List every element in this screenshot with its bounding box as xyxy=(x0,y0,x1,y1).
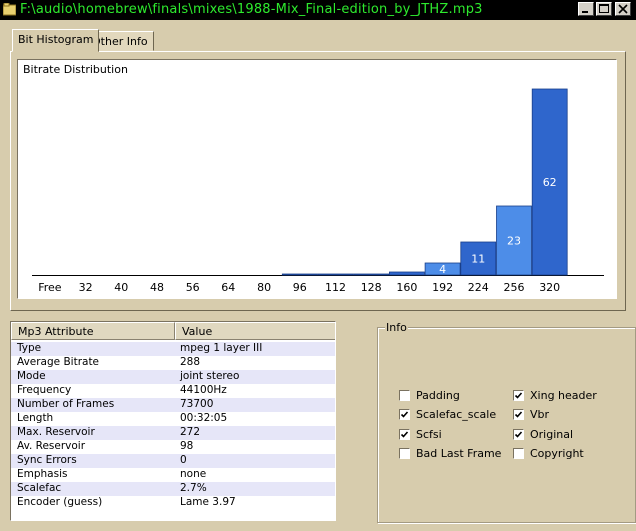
checkbox-label: Original xyxy=(530,428,574,441)
table-row[interactable]: Mode joint stereo xyxy=(11,370,335,384)
checkbox-box[interactable] xyxy=(399,409,410,420)
tick-label-96: 96 xyxy=(293,281,307,294)
attribute-value: mpeg 1 layer III xyxy=(180,342,263,354)
tick-label-160: 160 xyxy=(396,281,417,294)
table-row[interactable]: Type mpeg 1 layer III xyxy=(11,342,335,356)
checkbox-box[interactable] xyxy=(399,429,410,440)
attribute-name: Max. Reservoir xyxy=(17,426,95,438)
attribute-name: Type xyxy=(17,342,42,354)
attribute-value: joint stereo xyxy=(180,370,240,382)
attribute-value: 44100Hz xyxy=(180,384,227,396)
checkbox-label: Xing header xyxy=(530,389,597,402)
attribute-value: 288 xyxy=(180,356,201,368)
main-window: F:\audio\homebrew\finals\mixes\1988-Mix_… xyxy=(0,0,636,531)
checkbox-label: Bad Last Frame xyxy=(416,447,502,460)
tick-label-128: 128 xyxy=(361,281,382,294)
tick-label-64: 64 xyxy=(221,281,235,294)
attribute-value: 2.7% xyxy=(180,482,207,494)
table-row[interactable]: Encoder (guess) Lame 3.97 xyxy=(11,496,335,510)
bar-160 xyxy=(388,271,425,276)
checkbox-box[interactable] xyxy=(399,448,410,459)
checkbox-label: Scalefac_scale xyxy=(416,408,497,421)
bar-128 xyxy=(353,273,390,276)
data-label-192: 4 xyxy=(439,263,446,276)
tick-label-56: 56 xyxy=(186,281,200,294)
info-group xyxy=(377,327,636,523)
attribute-value: 73700 xyxy=(180,398,214,410)
table-row[interactable]: Length 00:32:05 xyxy=(11,412,335,426)
table-row[interactable]: Scalefac 2.7% xyxy=(11,482,335,496)
table-row[interactable]: Average Bitrate 288 xyxy=(11,356,335,370)
checkbox-box[interactable] xyxy=(399,390,410,401)
checkbox-label: Scfsi xyxy=(416,428,442,441)
tick-label-32: 32 xyxy=(79,281,93,294)
tick-label-320: 320 xyxy=(539,281,560,294)
attribute-name: Mode xyxy=(17,370,46,382)
data-label-224: 11 xyxy=(471,253,485,266)
attribute-value: 98 xyxy=(180,440,194,452)
checkmark-icon xyxy=(400,431,409,438)
table-row[interactable]: Av. Reservoir 98 xyxy=(11,440,335,454)
tick-label-80: 80 xyxy=(257,281,271,294)
bar-112 xyxy=(317,273,354,276)
checkmark-icon xyxy=(514,431,523,438)
attribute-value: 00:32:05 xyxy=(180,412,228,424)
attribute-name: Sync Errors xyxy=(17,454,77,466)
table-row[interactable]: Emphasis none xyxy=(11,468,335,482)
tick-label-Free: Free xyxy=(38,281,62,294)
column-header-value[interactable]: Value xyxy=(175,322,335,340)
table-row[interactable]: Max. Reservoir 272 xyxy=(11,426,335,440)
attribute-name: Frequency xyxy=(17,384,72,396)
tick-label-112: 112 xyxy=(325,281,346,294)
tick-label-48: 48 xyxy=(150,281,164,294)
attribute-value: 0 xyxy=(180,454,187,466)
checkbox-box[interactable] xyxy=(513,429,524,440)
attribute-list[interactable]: Mp3 Attribute Value Type mpeg 1 layer III… xyxy=(10,321,336,521)
table-row[interactable]: Frequency 44100Hz xyxy=(11,384,335,398)
table-row[interactable]: Number of Frames 73700 xyxy=(11,398,335,412)
column-header-attribute[interactable]: Mp3 Attribute xyxy=(11,322,175,340)
attribute-value: Lame 3.97 xyxy=(180,496,236,508)
checkbox-box[interactable] xyxy=(513,409,524,420)
checkmark-icon xyxy=(514,392,523,399)
checkbox-label: Vbr xyxy=(530,408,550,421)
attribute-name: Encoder (guess) xyxy=(17,496,103,508)
tick-label-224: 224 xyxy=(468,281,489,294)
data-label-320: 62 xyxy=(543,176,557,189)
tick-label-192: 192 xyxy=(432,281,453,294)
tab-bit-histogram[interactable]: Bit Histogram xyxy=(12,29,100,52)
checkmark-icon xyxy=(514,411,523,418)
attribute-value: 272 xyxy=(180,426,201,438)
checkbox-box[interactable] xyxy=(513,390,524,401)
attribute-value: none xyxy=(180,468,207,480)
bar-96 xyxy=(281,273,318,276)
checkbox-label: Copyright xyxy=(530,447,584,460)
attribute-name: Av. Reservoir xyxy=(17,440,86,452)
attribute-name: Average Bitrate xyxy=(17,356,100,368)
table-row[interactable]: Sync Errors 0 xyxy=(11,454,335,468)
tick-label-40: 40 xyxy=(114,281,128,294)
attribute-name: Scalefac xyxy=(17,482,62,494)
checkmark-icon xyxy=(400,411,409,418)
data-label-256: 23 xyxy=(507,235,521,248)
tick-label-256: 256 xyxy=(504,281,525,294)
checkbox-box[interactable] xyxy=(513,448,524,459)
attribute-name: Emphasis xyxy=(17,468,68,480)
checkbox-label: Padding xyxy=(416,389,460,402)
attribute-name: Length xyxy=(17,412,54,424)
info-group-label: Info xyxy=(385,321,408,334)
attribute-name: Number of Frames xyxy=(17,398,115,410)
